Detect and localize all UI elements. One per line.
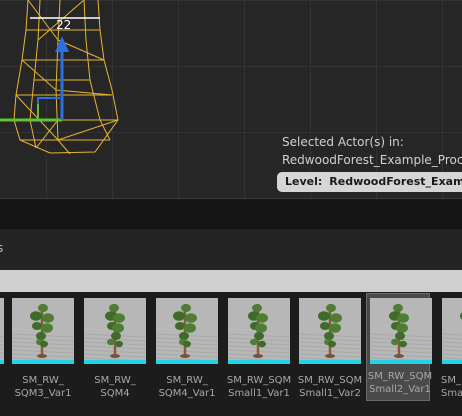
static-mesh-type-bar <box>299 360 361 364</box>
tree-thumbnail-icon <box>84 298 146 360</box>
asset-tile[interactable]: SM_RW_ SQM4 <box>83 296 147 399</box>
tree-thumbnail-icon <box>299 298 361 360</box>
asset-label: SM_RW_ SQM4_Var1 <box>158 375 216 399</box>
static-mesh-type-bar <box>12 360 74 364</box>
tree-thumbnail-icon <box>228 298 290 360</box>
static-mesh-type-bar <box>228 360 290 364</box>
asset-label: SM_RW_SQM Small1_Var1 <box>226 375 292 399</box>
tree-thumbnail-icon <box>0 298 4 360</box>
static-mesh-type-bar <box>0 360 4 364</box>
asset-tile[interactable]: SM_RW_ SQM3_Var1 <box>11 296 75 399</box>
asset-grid: SM_RW_ SQM3_Var1 SM_RW_ SQM4 SM_RW_ SQM4… <box>0 292 462 416</box>
tree-thumbnail-icon <box>370 298 432 360</box>
level-viewport[interactable]: 22 Selected Actor(s) in: RedwoodForest_E… <box>0 0 462 198</box>
panel-tab-label[interactable]: s <box>0 241 3 255</box>
content-browser-path-bar[interactable] <box>0 270 462 292</box>
selected-actors-label: Selected Actor(s) in: <box>282 135 404 149</box>
asset-label: SM_RW_SQM Small2_Var1 <box>367 371 433 395</box>
asset-label: SM_RW_ SQM4 <box>94 375 136 399</box>
selected-actors-level: RedwoodForest_Example_Proce <box>282 153 462 167</box>
tree-thumbnail-icon <box>12 298 74 360</box>
level-name: RedwoodForest_Example_ <box>329 175 462 188</box>
viewport-bottom-bar <box>0 198 462 229</box>
static-mesh-type-bar <box>442 360 462 364</box>
asset-tile[interactable]: SM_RW_SQM Small1_Var2 <box>298 296 362 399</box>
static-mesh-type-bar <box>84 360 146 364</box>
asset-label: SM_RW_ SQM3_Var1 <box>14 375 72 399</box>
tree-thumbnail-icon <box>442 298 462 360</box>
asset-tile[interactable]: SM_RW_SQM Sma <box>441 296 462 399</box>
current-level-badge: Level: RedwoodForest_Example_ <box>277 172 462 192</box>
static-mesh-type-bar <box>156 360 218 364</box>
level-prefix: Level: <box>285 175 323 188</box>
tree-thumbnail-icon <box>156 298 218 360</box>
gizmo-value-label: 22 <box>56 18 72 32</box>
content-browser-header: s <box>0 228 462 271</box>
asset-label: SM_RW_SQM Sma <box>441 375 462 399</box>
selected-actors-info: Selected Actor(s) in: RedwoodForest_Exam… <box>282 133 462 169</box>
asset-tile-selected[interactable]: SM_RW_SQM Small2_Var1 <box>366 293 432 401</box>
asset-label: SM_RW_SQM Small1_Var2 <box>297 375 363 399</box>
asset-tile[interactable]: SM_RW_ SQM4_Var1 <box>155 296 219 399</box>
asset-tile[interactable]: SM_RW_SQM Small1_Var1 <box>227 296 291 399</box>
static-mesh-type-bar <box>370 360 432 364</box>
